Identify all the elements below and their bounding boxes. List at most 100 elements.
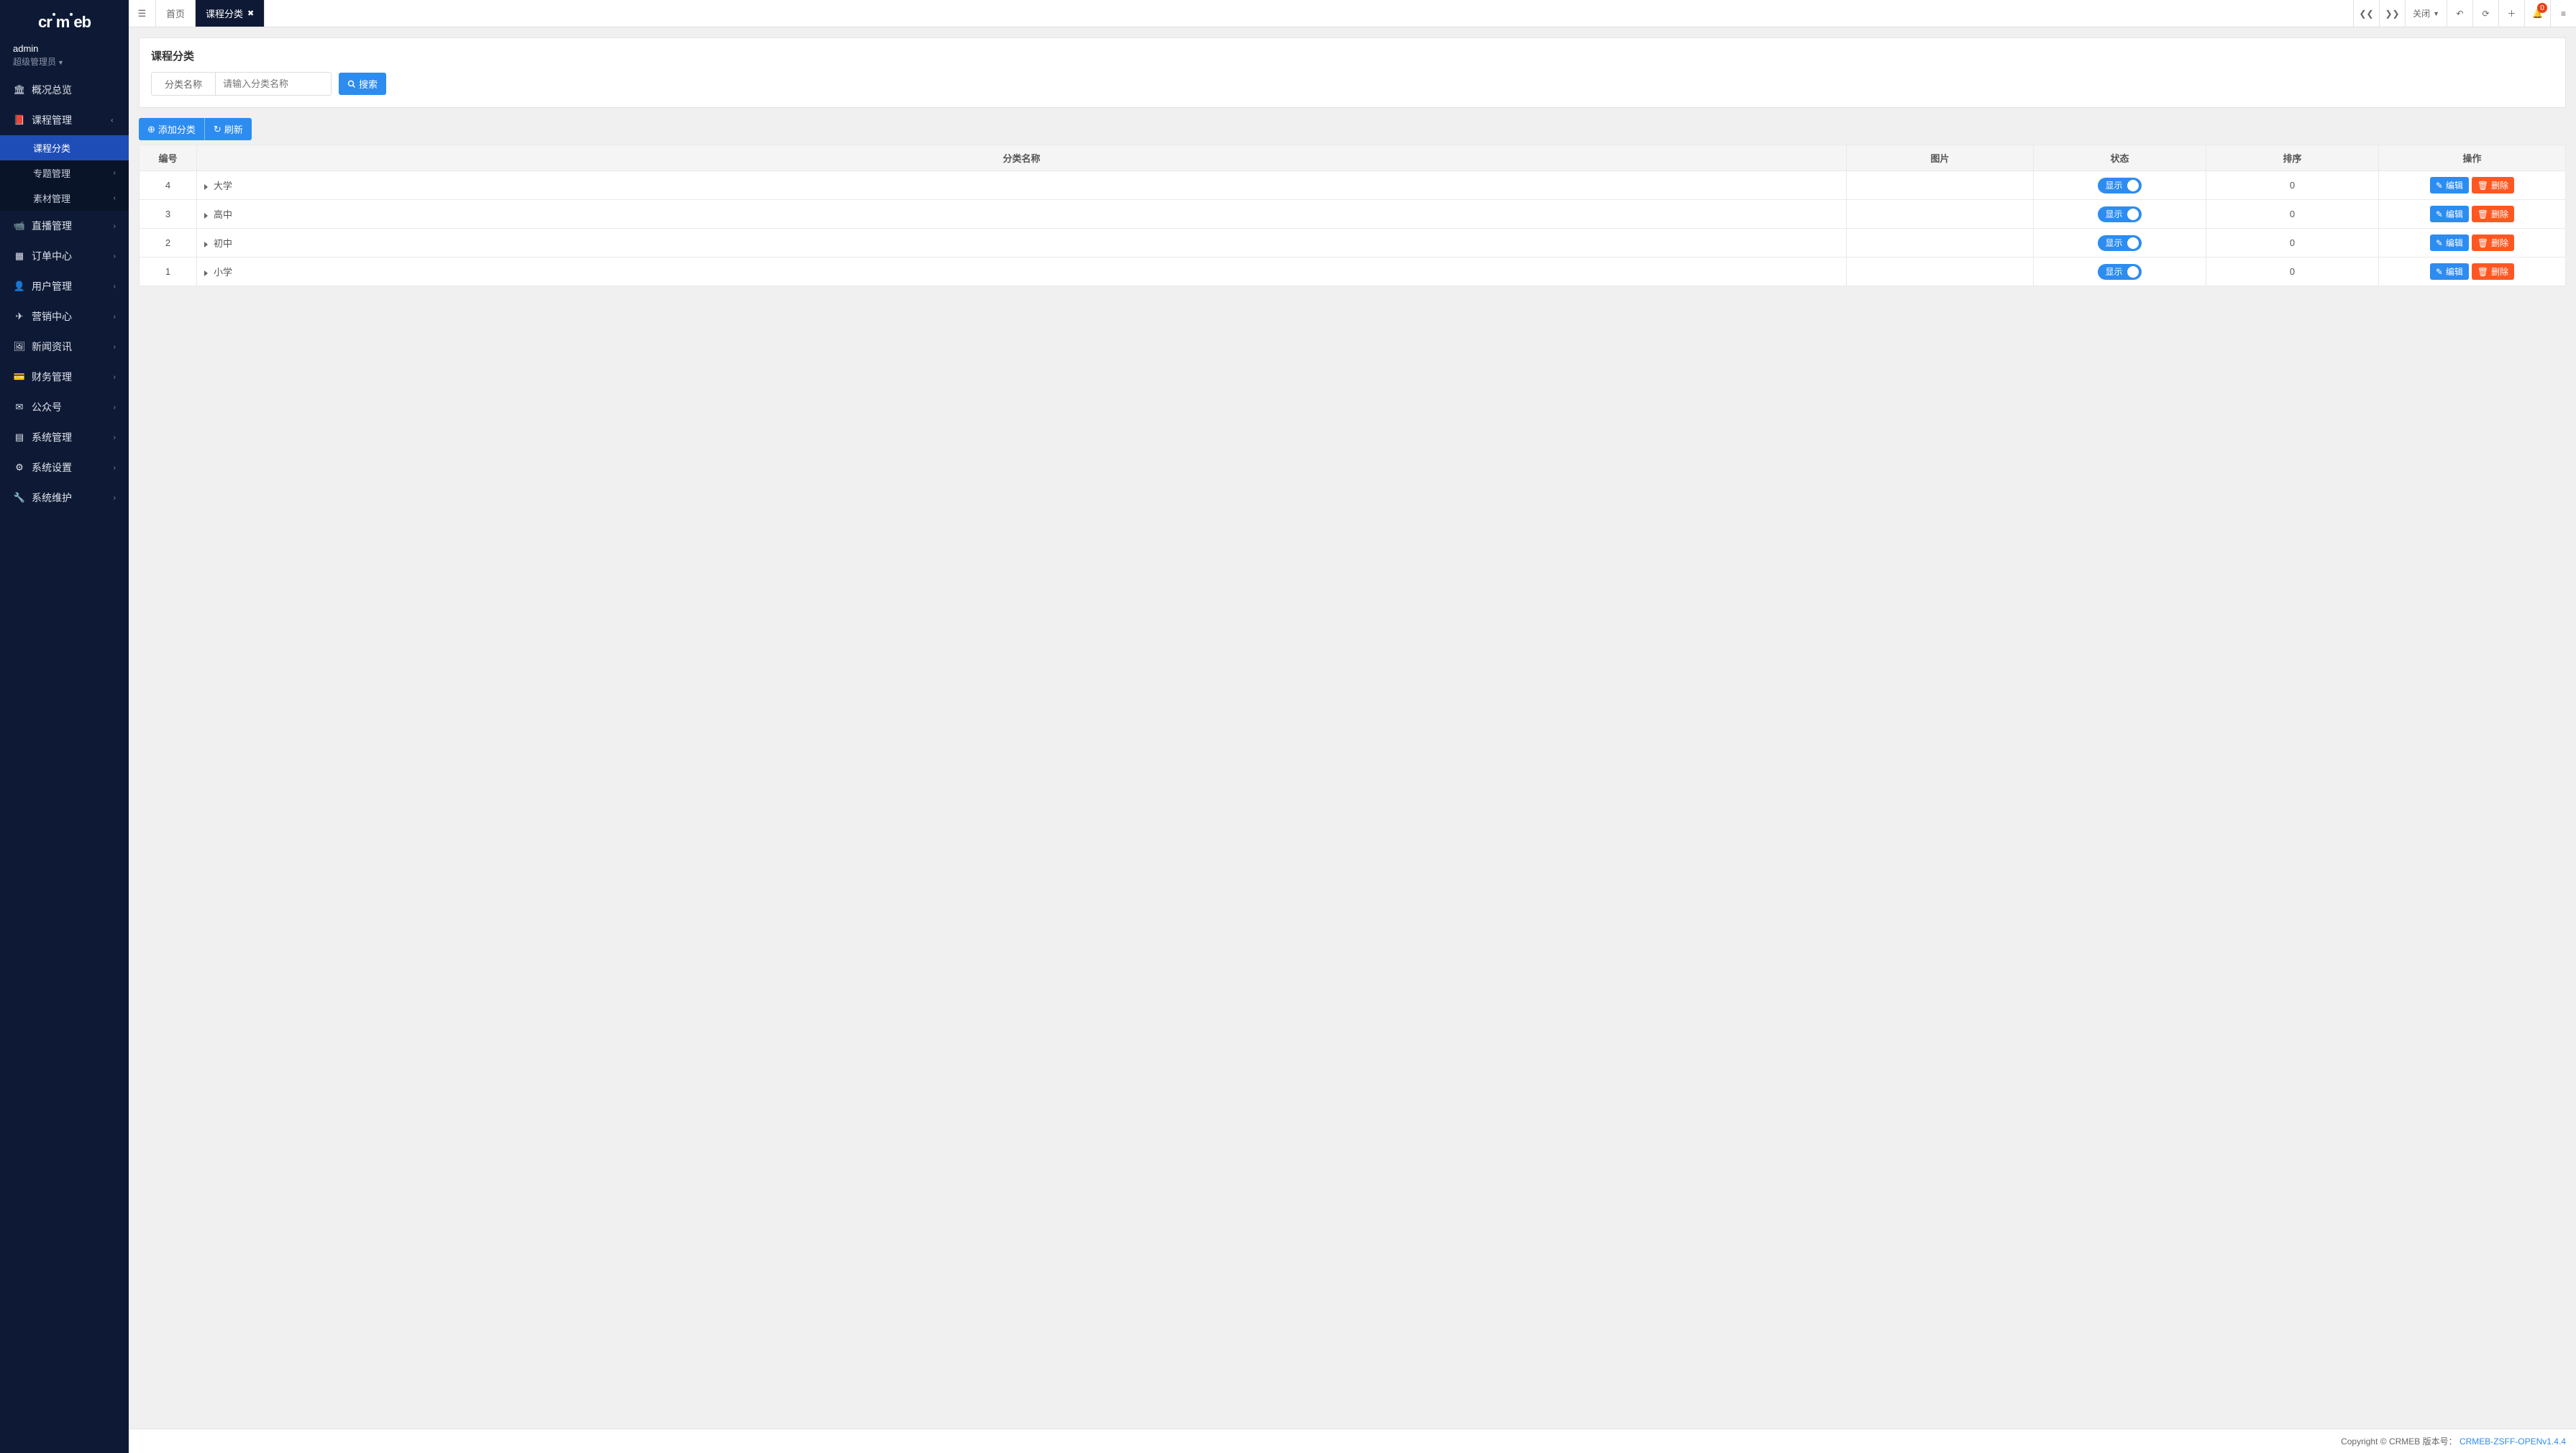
brand-text: crmeb: [38, 13, 91, 31]
tab[interactable]: 课程分类 ✖: [196, 0, 265, 27]
close-tabs-dropdown[interactable]: 关闭 ▼: [2405, 0, 2447, 27]
edit-button[interactable]: ✎ 编辑: [2430, 263, 2469, 280]
category-name-label: 分类名称: [152, 73, 216, 95]
delete-label: 删除: [2491, 237, 2508, 249]
delete-button[interactable]: 🗑 删除: [2472, 177, 2514, 193]
category-name-input[interactable]: [216, 73, 331, 95]
refresh-label: 刷新: [224, 122, 243, 136]
brand-logo: crmeb: [0, 0, 129, 39]
nav-item-label: 用户管理: [32, 279, 72, 293]
cell-status: 显示: [2034, 200, 2206, 229]
list-icon: ≡: [2561, 9, 2566, 19]
nav-item-course[interactable]: 📕课程管理⌄: [0, 105, 129, 135]
pencil-icon: ✎: [2436, 209, 2443, 219]
nav-item-label: 财务管理: [32, 370, 72, 384]
delete-button[interactable]: 🗑 删除: [2472, 234, 2514, 251]
notifications-button[interactable]: 🔔 0: [2524, 0, 2550, 27]
status-toggle[interactable]: 显示: [2098, 264, 2141, 280]
nav-item-order[interactable]: ▦订单中心›: [0, 241, 129, 271]
status-toggle-label: 显示: [2105, 179, 2122, 191]
close-tabs-label: 关闭: [2413, 7, 2430, 19]
expand-row-icon[interactable]: [204, 242, 208, 247]
nav-item-overview[interactable]: 🏛概况总览: [0, 75, 129, 105]
category-name: 小学: [214, 267, 232, 278]
plus-icon: ＋: [2507, 7, 2516, 19]
marketing-icon: ✈: [13, 311, 26, 322]
chevron-icon: ‹: [114, 169, 116, 177]
add-button[interactable]: ＋: [2498, 0, 2524, 27]
status-toggle-label: 显示: [2105, 208, 2122, 220]
nav-item-maintain[interactable]: 🔧系统维护›: [0, 483, 129, 513]
nav-item-settings[interactable]: ⚙系统设置›: [0, 452, 129, 483]
trash-icon: 🗑: [2477, 238, 2488, 248]
cell-status: 显示: [2034, 258, 2206, 286]
refresh-page-button[interactable]: ⟳: [2472, 0, 2498, 27]
pencil-icon: ✎: [2436, 267, 2443, 277]
search-button[interactable]: 搜索: [339, 73, 386, 95]
nav-item-wechat[interactable]: ✉公众号›: [0, 392, 129, 422]
tab-label: 课程分类: [206, 6, 243, 20]
tab[interactable]: 首页: [156, 0, 196, 27]
delete-label: 删除: [2491, 179, 2508, 191]
edit-label: 编辑: [2446, 237, 2463, 249]
filter-panel: 课程分类 分类名称 搜索: [139, 37, 2566, 108]
nav-item-system[interactable]: ▤系统管理›: [0, 422, 129, 452]
table-body: 4大学显示0✎ 编辑🗑 删除3高中显示0✎ 编辑🗑 删除2初中显示0✎ 编辑🗑 …: [140, 171, 2566, 286]
nav-item-marketing[interactable]: ✈营销中心›: [0, 301, 129, 332]
nav-item-live[interactable]: 📹直播管理›: [0, 211, 129, 241]
news-icon: 🖼: [13, 341, 26, 352]
cell-name: 高中: [197, 200, 1847, 229]
back-button[interactable]: ↶: [2447, 0, 2472, 27]
nav-item-label: 课程管理: [32, 113, 72, 127]
col-status: 状态: [2034, 145, 2206, 171]
sub-nav-item[interactable]: 专题管理‹: [0, 160, 129, 186]
chevron-icon: ›: [114, 373, 116, 381]
tab-scroll-right-button[interactable]: ❯❯: [2379, 0, 2405, 27]
delete-button[interactable]: 🗑 删除: [2472, 206, 2514, 222]
chevron-icon: ›: [114, 494, 116, 502]
nav-item-user[interactable]: 👤用户管理›: [0, 271, 129, 301]
edit-button[interactable]: ✎ 编辑: [2430, 206, 2469, 222]
system-icon: ▤: [13, 432, 26, 443]
status-toggle-label: 显示: [2105, 237, 2122, 249]
delete-button[interactable]: 🗑 删除: [2472, 263, 2514, 280]
cell-status: 显示: [2034, 229, 2206, 258]
edit-button[interactable]: ✎ 编辑: [2430, 177, 2469, 193]
nav-list: 🏛概况总览📕课程管理⌄ 课程分类专题管理‹素材管理‹📹直播管理› ▦ 订单中心 › 👤用户…: [0, 75, 129, 513]
status-toggle[interactable]: 显示: [2098, 235, 2141, 251]
workspace: 课程分类 分类名称 搜索 ⊕ 添加分类: [129, 27, 2576, 1429]
nav-item-label: 订单中心: [32, 249, 72, 263]
nav-item-finance[interactable]: 💳财务管理›: [0, 362, 129, 392]
cell-sort: 0: [2206, 229, 2379, 258]
refresh-button[interactable]: ↻ 刷新: [205, 118, 252, 140]
maintain-icon: 🔧: [13, 492, 26, 504]
cell-name: 小学: [197, 258, 1847, 286]
table-row: 1小学显示0✎ 编辑🗑 删除: [140, 258, 2566, 286]
edit-button[interactable]: ✎ 编辑: [2430, 234, 2469, 251]
status-toggle[interactable]: 显示: [2098, 178, 2141, 193]
order-icon: ▦: [13, 250, 26, 262]
close-icon[interactable]: ✖: [247, 9, 254, 18]
expand-row-icon[interactable]: [204, 184, 208, 190]
status-toggle[interactable]: 显示: [2098, 206, 2141, 222]
add-category-button[interactable]: ⊕ 添加分类: [139, 118, 205, 140]
user-role-dropdown[interactable]: 超级管理员▼: [13, 55, 116, 68]
sidebar-toggle-button[interactable]: ☰: [129, 0, 156, 27]
nav-item-label: 系统设置: [32, 460, 72, 475]
list-button[interactable]: ≡: [2550, 0, 2576, 27]
col-ops: 操作: [2379, 145, 2566, 171]
expand-row-icon[interactable]: [204, 270, 208, 276]
nav-item-news[interactable]: 🖼新闻资讯›: [0, 332, 129, 362]
sub-nav-item[interactable]: 课程分类: [0, 135, 129, 160]
sub-nav-item[interactable]: 素材管理‹: [0, 186, 129, 211]
version-link[interactable]: CRMEB-ZSFF-OPENv1.4.4: [2459, 1436, 2566, 1447]
user-role-label: 超级管理员: [13, 57, 56, 67]
tab-scroll-left-button[interactable]: ❮❮: [2353, 0, 2379, 27]
table-row: 3高中显示0✎ 编辑🗑 删除: [140, 200, 2566, 229]
cell-ops: ✎ 编辑🗑 删除: [2379, 171, 2566, 200]
cell-ops: ✎ 编辑🗑 删除: [2379, 258, 2566, 286]
expand-row-icon[interactable]: [204, 213, 208, 219]
pencil-icon: ✎: [2436, 181, 2443, 191]
sub-nav-label: 课程分类: [33, 141, 70, 155]
toggle-knob: [2127, 209, 2139, 220]
